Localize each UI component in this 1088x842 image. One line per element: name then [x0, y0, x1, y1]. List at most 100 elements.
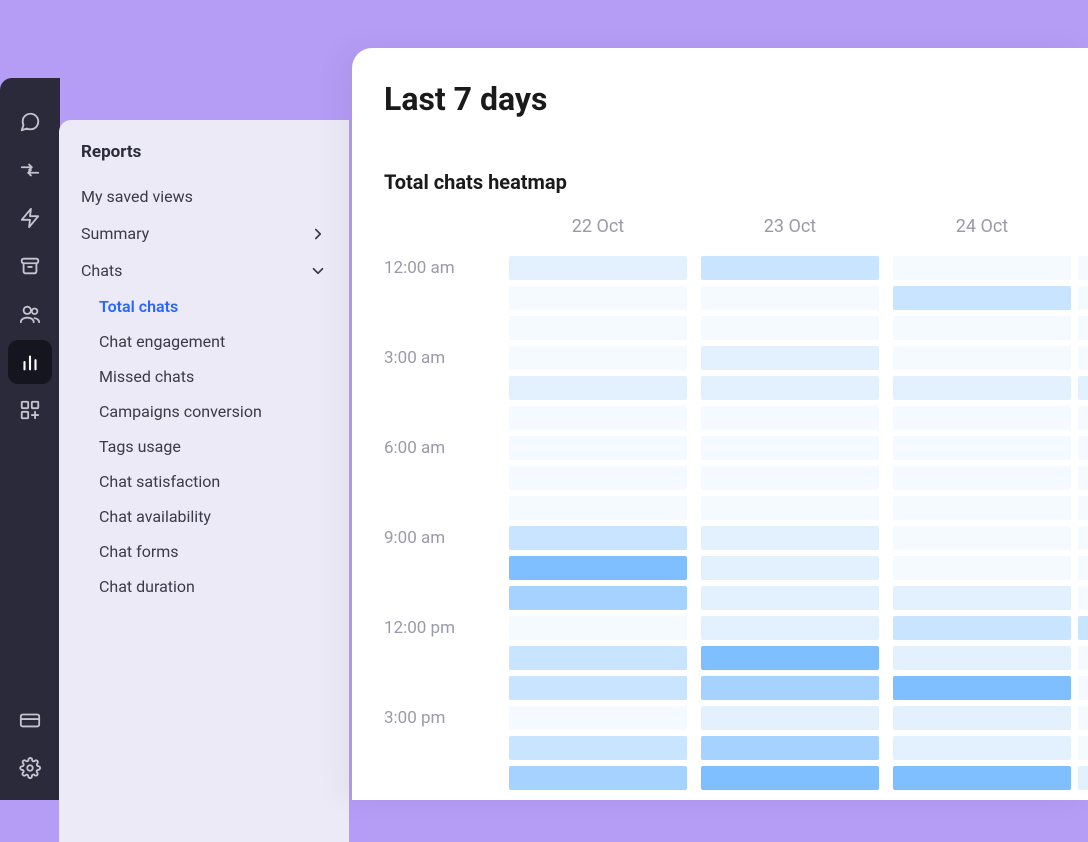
archive-icon[interactable] [8, 244, 52, 288]
heatmap-row [384, 765, 1088, 791]
heatmap-cell[interactable] [509, 706, 687, 730]
heatmap-cell[interactable] [893, 256, 1071, 280]
heatmap-cell[interactable] [1078, 526, 1088, 550]
bolt-icon[interactable] [8, 196, 52, 240]
nav-summary[interactable]: Summary [59, 215, 349, 252]
heatmap-cell[interactable] [701, 646, 879, 670]
heatmap-cell[interactable] [893, 586, 1071, 610]
nav-chat-engagement[interactable]: Chat engagement [59, 324, 349, 359]
heatmap-cell[interactable] [701, 286, 879, 310]
heatmap-cell[interactable] [509, 646, 687, 670]
heatmap-cell[interactable] [701, 406, 879, 430]
heatmap-cell[interactable] [893, 556, 1071, 580]
heatmap-cell[interactable] [1078, 736, 1088, 760]
date-header: 22 Oct [502, 216, 694, 237]
heatmap-cell[interactable] [701, 436, 879, 460]
heatmap-cell[interactable] [893, 616, 1071, 640]
heatmap-cell[interactable] [1078, 616, 1088, 640]
heatmap-cell[interactable] [1078, 376, 1088, 400]
heatmap-cell[interactable] [509, 526, 687, 550]
heatmap-cell[interactable] [701, 256, 879, 280]
heatmap-cell[interactable] [701, 496, 879, 520]
heatmap-cell[interactable] [893, 736, 1071, 760]
heatmap-cell[interactable] [509, 586, 687, 610]
heatmap-cell[interactable] [893, 526, 1071, 550]
heatmap-cell[interactable] [701, 526, 879, 550]
heatmap-cell[interactable] [701, 766, 879, 790]
heatmap-cell[interactable] [1078, 496, 1088, 520]
heatmap-cell[interactable] [509, 766, 687, 790]
arrows-icon[interactable] [8, 148, 52, 192]
heatmap-cell[interactable] [509, 466, 687, 490]
nav-label: Total chats [99, 297, 178, 316]
reports-icon[interactable] [8, 340, 52, 384]
heatmap-cell[interactable] [893, 706, 1071, 730]
heatmap-cell[interactable] [701, 586, 879, 610]
billing-icon[interactable] [8, 698, 52, 742]
heatmap-cell[interactable] [893, 406, 1071, 430]
heatmap-row [384, 675, 1088, 701]
heatmap-cell[interactable] [893, 376, 1071, 400]
nav-campaigns-conversion[interactable]: Campaigns conversion [59, 394, 349, 429]
heatmap-cell[interactable] [1078, 466, 1088, 490]
nav-chat-availability[interactable]: Chat availability [59, 499, 349, 534]
heatmap-cell[interactable] [701, 556, 879, 580]
chat-icon[interactable] [8, 100, 52, 144]
heatmap-cell[interactable] [509, 556, 687, 580]
time-label: 6:00 am [384, 438, 502, 458]
heatmap-cell[interactable] [893, 646, 1071, 670]
heatmap-cell[interactable] [893, 766, 1071, 790]
heatmap-cell[interactable] [509, 346, 687, 370]
heatmap-cell[interactable] [1078, 286, 1088, 310]
heatmap-cell[interactable] [1078, 766, 1088, 790]
heatmap-cell[interactable] [509, 736, 687, 760]
nav-tags-usage[interactable]: Tags usage [59, 429, 349, 464]
heatmap-cell[interactable] [1078, 676, 1088, 700]
heatmap-cell[interactable] [701, 706, 879, 730]
heatmap-cell[interactable] [893, 436, 1071, 460]
heatmap-cell[interactable] [701, 316, 879, 340]
heatmap-cell[interactable] [509, 436, 687, 460]
heatmap-row [384, 285, 1088, 311]
heatmap-cell[interactable] [509, 616, 687, 640]
nav-total-chats[interactable]: Total chats [59, 289, 349, 324]
heatmap-cell[interactable] [701, 616, 879, 640]
nav-chats[interactable]: Chats [59, 252, 349, 289]
heatmap-cell[interactable] [509, 256, 687, 280]
nav-my-saved-views[interactable]: My saved views [59, 178, 349, 215]
heatmap-cell[interactable] [1078, 706, 1088, 730]
nav-missed-chats[interactable]: Missed chats [59, 359, 349, 394]
heatmap-cell[interactable] [1078, 646, 1088, 670]
heatmap-cell[interactable] [701, 346, 879, 370]
heatmap-cell[interactable] [1078, 346, 1088, 370]
team-icon[interactable] [8, 292, 52, 336]
heatmap-cell[interactable] [1078, 406, 1088, 430]
heatmap-cell[interactable] [509, 316, 687, 340]
time-label: 12:00 pm [384, 618, 502, 638]
heatmap-cell[interactable] [893, 676, 1071, 700]
nav-chat-forms[interactable]: Chat forms [59, 534, 349, 569]
heatmap-cell[interactable] [701, 736, 879, 760]
heatmap-cell[interactable] [1078, 256, 1088, 280]
heatmap-cell[interactable] [509, 286, 687, 310]
heatmap-cell[interactable] [893, 466, 1071, 490]
heatmap-cell[interactable] [1078, 586, 1088, 610]
heatmap-cell[interactable] [893, 346, 1071, 370]
nav-chat-duration[interactable]: Chat duration [59, 569, 349, 604]
heatmap-cell[interactable] [509, 406, 687, 430]
heatmap-cell[interactable] [701, 676, 879, 700]
heatmap-cell[interactable] [509, 496, 687, 520]
apps-icon[interactable] [8, 388, 52, 432]
heatmap-cell[interactable] [509, 676, 687, 700]
heatmap-cell[interactable] [701, 466, 879, 490]
heatmap-cell[interactable] [509, 376, 687, 400]
heatmap-cell[interactable] [1078, 556, 1088, 580]
nav-chat-satisfaction[interactable]: Chat satisfaction [59, 464, 349, 499]
heatmap-cell[interactable] [1078, 316, 1088, 340]
heatmap-cell[interactable] [701, 376, 879, 400]
heatmap-cell[interactable] [1078, 436, 1088, 460]
settings-icon[interactable] [8, 746, 52, 790]
heatmap-cell[interactable] [893, 286, 1071, 310]
heatmap-cell[interactable] [893, 316, 1071, 340]
heatmap-cell[interactable] [893, 496, 1071, 520]
